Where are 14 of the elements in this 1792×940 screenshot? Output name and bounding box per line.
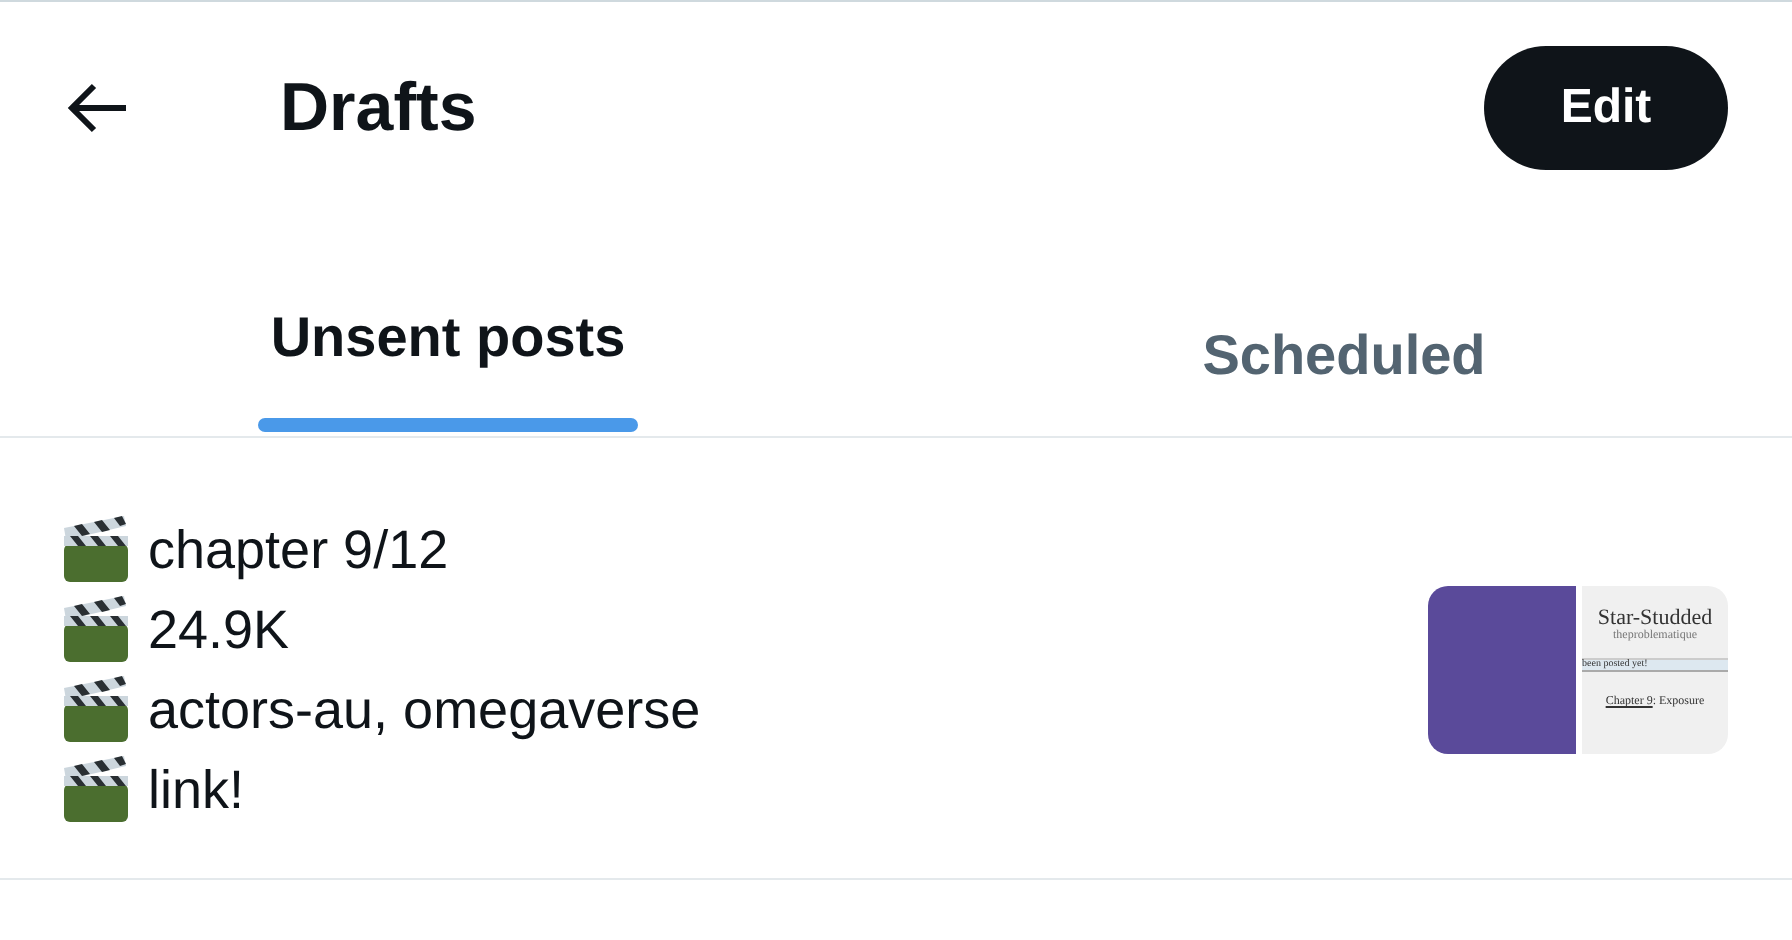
back-arrow-icon[interactable] [66,82,130,134]
page-title: Drafts [280,69,479,147]
clapperboard-icon [60,596,132,664]
draft-text-line: chapter 9/12 [148,519,449,581]
clapperboard-icon [60,676,132,744]
edit-button[interactable]: Edit [1484,46,1728,170]
draft-text-line: actors-au, omegaverse [148,679,701,741]
draft-text-line: link! [148,759,245,821]
clapperboard-icon [60,756,132,824]
draft-text-line: 24.9K [148,599,290,661]
tab[interactable]: Scheduled [1202,324,1486,436]
document-title: Star-Studded [1597,606,1713,630]
tab[interactable]: Unsent posts [270,306,626,418]
clapperboard-icon [60,516,132,584]
